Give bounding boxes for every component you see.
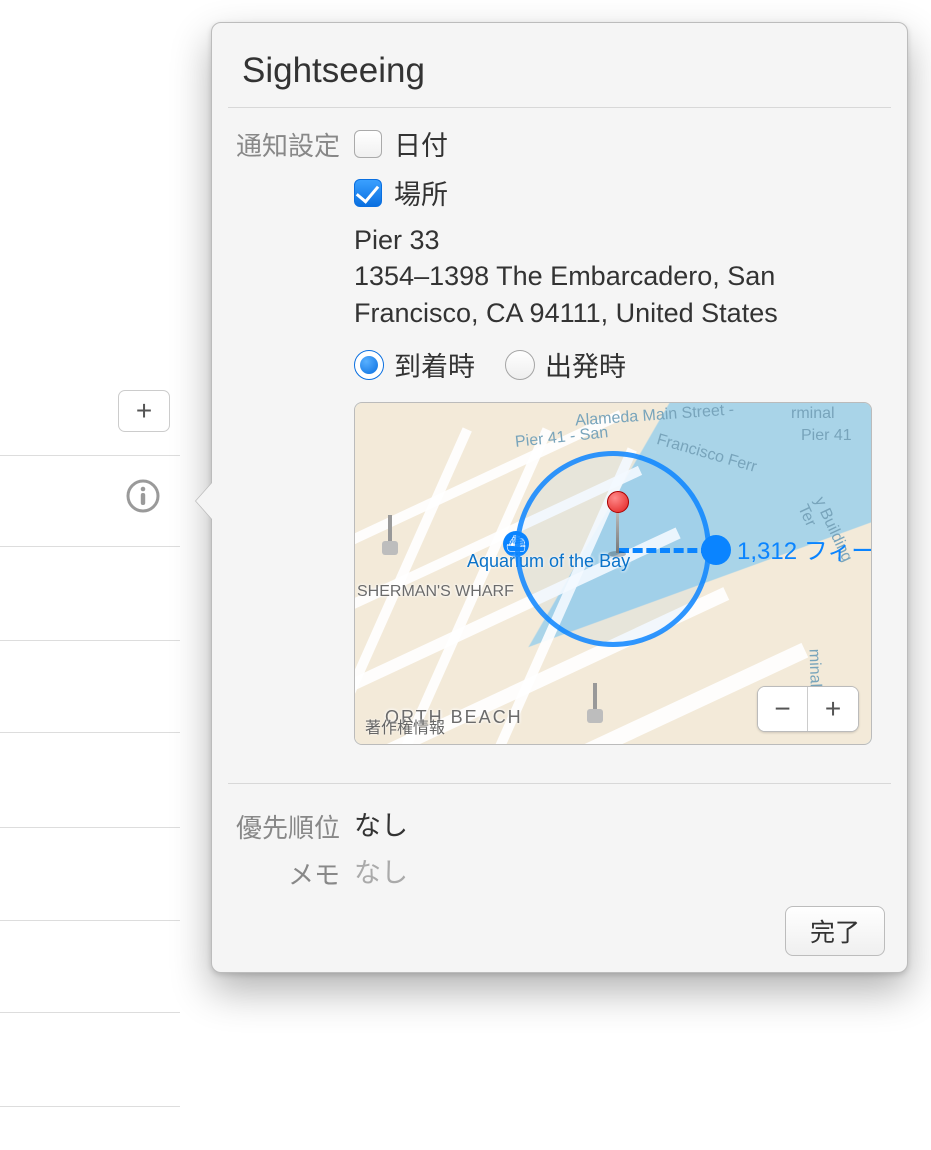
map-poi-label: SHERMAN'S WHARF <box>357 583 514 601</box>
priority-label: 優先順位 <box>234 804 354 845</box>
location-checkbox-label: 場所 <box>394 173 448 212</box>
reminder-title[interactable]: Sightseeing <box>212 23 907 107</box>
plus-icon: + <box>136 395 152 427</box>
landmark-icon <box>585 683 605 723</box>
arrive-radio[interactable] <box>354 350 384 380</box>
date-checkbox[interactable] <box>354 130 382 158</box>
reminder-detail-popover: Sightseeing 通知設定 日付 場所 Pier 33 1354–1398… <box>211 22 908 973</box>
address-line-1: Pier 33 <box>354 222 885 258</box>
zoom-in-button[interactable]: + <box>808 687 858 731</box>
map-zoom-control: − + <box>757 686 859 732</box>
add-button[interactable]: + <box>118 390 170 432</box>
note-field[interactable]: なし <box>354 851 885 890</box>
date-checkbox-label: 日付 <box>394 124 448 163</box>
note-label: メモ <box>234 851 354 892</box>
info-icon <box>126 479 160 513</box>
map-route-label: minal <box>804 649 823 688</box>
leave-radio[interactable] <box>505 350 535 380</box>
priority-value[interactable]: なし <box>354 804 885 843</box>
radius-distance: 1,312 フィー <box>737 531 872 566</box>
notify-label: 通知設定 <box>234 122 354 163</box>
radius-line <box>619 548 711 553</box>
minus-icon: − <box>774 693 790 725</box>
zoom-out-button[interactable]: − <box>758 687 808 731</box>
arrive-radio-label: 到着時 <box>394 345 475 384</box>
map-copyright[interactable]: 著作権情報 <box>365 714 445 738</box>
landmark-icon <box>380 515 400 555</box>
leave-radio-label: 出発時 <box>545 345 626 384</box>
location-map[interactable]: Alameda Main Street - rminal Pier 41 - S… <box>354 402 872 745</box>
plus-icon: + <box>825 693 841 725</box>
address-line-2: 1354–1398 The Embarcadero, San Francisco… <box>354 258 885 331</box>
location-address[interactable]: Pier 33 1354–1398 The Embarcadero, San F… <box>354 222 885 331</box>
map-route-label: rminal <box>791 405 835 423</box>
background-list <box>0 330 180 1150</box>
map-route-label: Pier 41 <box>801 427 852 445</box>
done-button[interactable]: 完了 <box>785 906 885 956</box>
info-button[interactable] <box>125 478 161 514</box>
location-checkbox[interactable] <box>354 179 382 207</box>
